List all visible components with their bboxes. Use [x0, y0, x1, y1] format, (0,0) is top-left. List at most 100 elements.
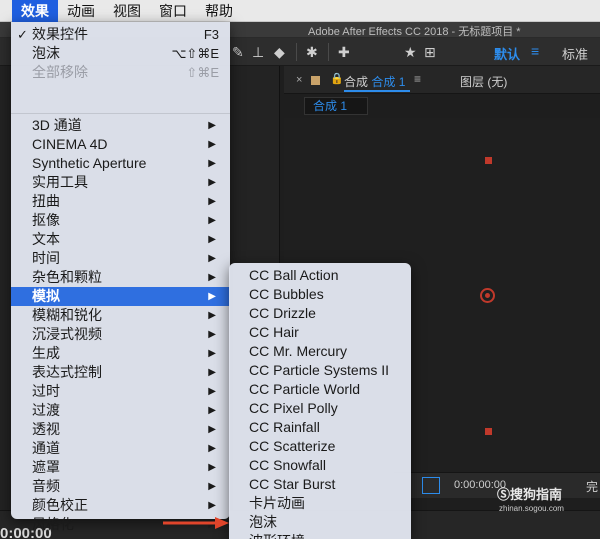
- submenu-item[interactable]: CC Drizzle: [229, 304, 411, 323]
- apple-menu-area[interactable]: [0, 0, 12, 22]
- panel-menu-icon[interactable]: ≡: [414, 72, 421, 86]
- menu-category-item[interactable]: 杂色和颗粒 ▶: [11, 268, 230, 287]
- menu-item-label: 实用工具: [32, 174, 88, 190]
- region-of-interest-icon[interactable]: [422, 477, 440, 494]
- submenu-item[interactable]: 泡沫: [229, 513, 411, 532]
- menu-category-item[interactable]: 扭曲 ▶: [11, 192, 230, 211]
- menu-category-item[interactable]: 抠像 ▶: [11, 211, 230, 230]
- pointer-arrow-icon: [163, 517, 229, 529]
- menu-item-label: 杂色和颗粒: [32, 269, 102, 285]
- menu-effect[interactable]: 效果: [12, 0, 58, 22]
- pen-tool-icon[interactable]: ✎: [232, 44, 244, 60]
- submenu-item[interactable]: CC Particle World: [229, 380, 411, 399]
- menu-category-item[interactable]: 过时 ▶: [11, 382, 230, 401]
- submenu-arrow-icon: ▶: [208, 139, 216, 150]
- menu-category-item[interactable]: 模拟 ▶: [11, 287, 230, 306]
- stamp-tool-icon[interactable]: ⊥: [252, 44, 264, 60]
- menu-category-item[interactable]: 过渡 ▶: [11, 401, 230, 420]
- menu-item-effect-controls[interactable]: 效果控件 F3: [11, 25, 230, 44]
- watermark-logo: Ⓢ搜狗指南: [497, 487, 563, 502]
- workspace-default-tab[interactable]: 默认: [494, 44, 520, 63]
- submenu-item[interactable]: CC Rainfall: [229, 418, 411, 437]
- menu-category-item[interactable]: 3D 通道 ▶: [11, 116, 230, 135]
- menu-help[interactable]: 帮助: [196, 0, 242, 22]
- menu-category-item[interactable]: 实用工具 ▶: [11, 173, 230, 192]
- anchor-point-icon[interactable]: [480, 288, 495, 303]
- submenu-item[interactable]: CC Pixel Polly: [229, 399, 411, 418]
- simulate-submenu: CC Ball Action CC Bubbles CC Drizzle CC Hai…: [229, 263, 411, 539]
- menu-category-item[interactable]: 遮罩 ▶: [11, 458, 230, 477]
- submenu-item[interactable]: CC Particle Systems II: [229, 361, 411, 380]
- menu-item-remove-all[interactable]: 全部移除 ⇧⌘E: [11, 63, 230, 82]
- menu-category-item[interactable]: 音频 ▶: [11, 477, 230, 496]
- layer-handle-marker[interactable]: [485, 428, 492, 435]
- tab-composition-name: 合成 1: [371, 75, 406, 89]
- menu-category-item[interactable]: 文本 ▶: [11, 230, 230, 249]
- menu-item-label: 时间: [32, 250, 60, 266]
- submenu-item[interactable]: CC Hair: [229, 323, 411, 342]
- submenu-item[interactable]: CC Star Burst: [229, 475, 411, 494]
- viewer-comp-tab[interactable]: 合成 1: [304, 97, 368, 115]
- menu-category-item[interactable]: 表达式控制 ▶: [11, 363, 230, 382]
- menu-item-last-effect[interactable]: 泡沫 ⌥⇧⌘E: [11, 44, 230, 63]
- submenu-arrow-icon: ▶: [208, 481, 216, 492]
- watermark-url: zhinan.sogou.com: [499, 504, 564, 513]
- menu-item-label: 泡沫: [32, 45, 60, 61]
- menu-category-item[interactable]: 沉浸式视频 ▶: [11, 325, 230, 344]
- submenu-arrow-icon: ▶: [208, 367, 216, 378]
- effect-menu-dropdown: 效果控件 F3 泡沫 ⌥⇧⌘E 全部移除 ⇧⌘E 3D 通道▶CINEMA 4D…: [11, 22, 230, 532]
- submenu-arrow-icon: ▶: [208, 348, 216, 359]
- tab-composition-prefix: 合成: [344, 75, 369, 89]
- submenu-arrow-icon: ▶: [208, 234, 216, 245]
- menu-category-item[interactable]: 生成 ▶: [11, 344, 230, 363]
- submenu-arrow-icon: ▶: [208, 215, 216, 226]
- submenu-arrow-icon: ▶: [208, 386, 216, 397]
- submenu-arrow-icon: ▶: [208, 405, 216, 416]
- puppet-pin-tool-icon[interactable]: ✚: [338, 44, 350, 60]
- tab-composition[interactable]: 合成 合成 1: [344, 73, 405, 90]
- submenu-item[interactable]: CC Ball Action: [229, 266, 411, 285]
- submenu-arrow-icon: ▶: [208, 272, 216, 283]
- star-icon[interactable]: ★: [404, 44, 417, 60]
- menu-category-item[interactable]: 透视 ▶: [11, 420, 230, 439]
- menu-item-label: 表达式控制: [32, 364, 102, 380]
- submenu-item[interactable]: CC Mr. Mercury: [229, 342, 411, 361]
- tab-layer[interactable]: 图层 (无): [460, 73, 507, 90]
- toolbar-divider: [296, 43, 297, 61]
- layer-handle-marker[interactable]: [485, 157, 492, 164]
- submenu-item[interactable]: CC Bubbles: [229, 285, 411, 304]
- submenu-item[interactable]: CC Scatterize: [229, 437, 411, 456]
- watermark-brand: 搜狗指南: [510, 487, 563, 502]
- submenu-item[interactable]: CC Snowfall: [229, 456, 411, 475]
- menu-item-label: 透视: [32, 421, 60, 437]
- menu-item-label: 模糊和锐化: [32, 307, 102, 323]
- snapping-icon[interactable]: ⊞: [424, 44, 436, 60]
- submenu-item[interactable]: 卡片动画: [229, 494, 411, 513]
- menu-separator: [11, 113, 230, 114]
- workspace-standard-tab[interactable]: 标准: [562, 44, 588, 63]
- close-panel-icon[interactable]: ×: [296, 74, 302, 86]
- toolbar-divider: [328, 43, 329, 61]
- composition-panel-header: × 🔒 合成 合成 1 ≡ 图层 (无): [284, 66, 600, 94]
- menu-category-item[interactable]: CINEMA 4D ▶: [11, 135, 230, 154]
- submenu-arrow-icon: ▶: [208, 196, 216, 207]
- submenu-arrow-icon: ▶: [208, 120, 216, 131]
- menu-view[interactable]: 视图: [104, 0, 150, 22]
- menu-category-item[interactable]: Synthetic Aperture ▶: [11, 154, 230, 173]
- roto-brush-tool-icon[interactable]: ✱: [306, 44, 318, 60]
- submenu-arrow-icon: ▶: [208, 500, 216, 511]
- submenu-item[interactable]: 波形环境: [229, 532, 411, 539]
- menu-category-item[interactable]: 通道 ▶: [11, 439, 230, 458]
- menu-animation[interactable]: 动画: [58, 0, 104, 22]
- menu-window[interactable]: 窗口: [150, 0, 196, 22]
- eraser-tool-icon[interactable]: ◆: [274, 44, 285, 60]
- lock-icon[interactable]: 🔒: [330, 72, 344, 85]
- menu-category-item[interactable]: 颜色校正 ▶: [11, 496, 230, 515]
- menu-item-label: 文本: [32, 231, 60, 247]
- workspace-menu-icon[interactable]: ≡: [531, 43, 539, 59]
- submenu-arrow-icon: ▶: [208, 462, 216, 473]
- menu-category-item[interactable]: 时间 ▶: [11, 249, 230, 268]
- menu-item-shortcut: F3: [203, 27, 219, 42]
- window-title: Adobe After Effects CC 2018 - 无标题项目 *: [308, 26, 521, 38]
- menu-category-item[interactable]: 模糊和锐化 ▶: [11, 306, 230, 325]
